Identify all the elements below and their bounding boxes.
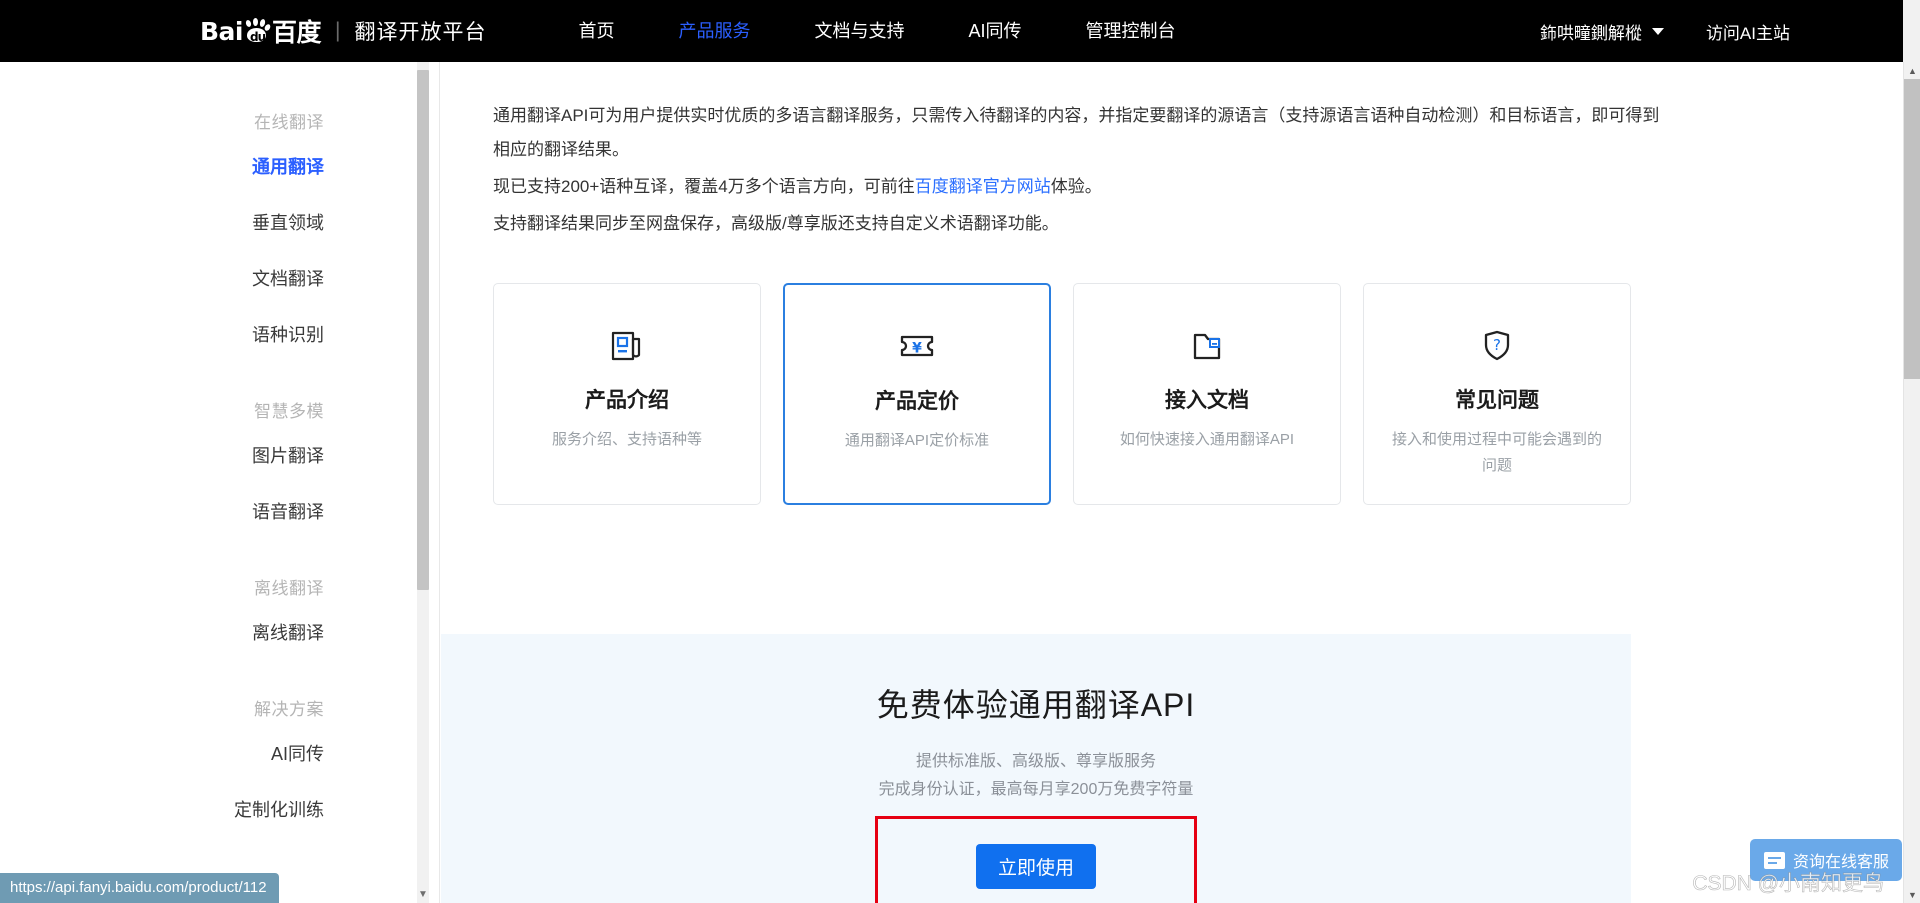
sidebar-scrollbar[interactable] — [417, 62, 429, 903]
left-sidebar: 在线翻译 通用翻译 垂直领域 文档翻译 语种识别 智慧多模 图片翻译 语音翻译 … — [0, 62, 440, 903]
banner-subtitle: 提供标准版、高级版、尊享版服务 完成身份认证，最高每月享200万免费字符量 — [441, 748, 1631, 804]
nav-item-ai-simultaneous[interactable]: AI同传 — [936, 0, 1053, 62]
sidebar-item-general-translation[interactable]: 通用翻译 — [0, 139, 439, 195]
card-title: 接入文档 — [1165, 389, 1249, 412]
sidebar-item-ai-simultaneous[interactable]: AI同传 — [0, 726, 439, 782]
nav-item-products[interactable]: 产品服务 — [646, 0, 782, 62]
card-product-intro[interactable]: 产品介绍 服务介绍、支持语种等 — [493, 283, 761, 505]
svg-text:?: ? — [1493, 336, 1501, 354]
card-desc: 如何快速接入通用翻译API — [1119, 431, 1295, 448]
visit-ai-site-link[interactable]: 访问AI主站 — [1706, 19, 1790, 44]
shield-question-icon: ? — [1476, 320, 1518, 370]
use-now-button[interactable]: 立即使用 — [976, 843, 1096, 889]
intro-p2-after: 体验。 — [1050, 177, 1102, 196]
nav-item-console[interactable]: 管理控制台 — [1054, 0, 1208, 62]
sidebar-item-image-translation[interactable]: 图片翻译 — [0, 428, 439, 484]
sidebar-item-vertical-domain[interactable]: 垂直领域 — [0, 195, 439, 251]
sidebar-scrollbar-thumb[interactable] — [417, 70, 429, 590]
logo-divider: | — [335, 19, 341, 42]
sidebar-item-offline-translation[interactable]: 离线翻译 — [0, 605, 439, 661]
nav-right-section: 鉓哄疃鍘解樅 访问AI主站 — [1540, 0, 1920, 62]
logo-subtitle: 翻译开放平台 — [354, 21, 487, 44]
sidebar-item-language-detection[interactable]: 语种识别 — [0, 307, 439, 363]
user-menu[interactable]: 鉓哄疃鍘解樅 — [1540, 19, 1664, 44]
banner-subtitle-line2: 完成身份认证，最高每月享200万免费字符量 — [878, 781, 1194, 798]
scrollbar-thumb[interactable] — [1904, 79, 1920, 379]
svg-text:¥: ¥ — [912, 341, 922, 357]
status-bar-url: https://api.fanyi.baidu.com/product/112 — [0, 873, 279, 903]
page-root: Bai du 百度 | 翻译开放平台 首页 产品服务 文档与支持 AI同传 管理… — [0, 0, 1920, 903]
sidebar-items-container: 在线翻译 通用翻译 垂直领域 文档翻译 语种识别 智慧多模 图片翻译 语音翻译 … — [0, 62, 439, 838]
customer-service-label: 资询在线客服 — [1793, 854, 1890, 871]
sidebar-item-document-translation[interactable]: 文档翻译 — [0, 251, 439, 307]
folder-doc-icon — [1186, 320, 1228, 370]
card-product-pricing[interactable]: ¥ 产品定价 通用翻译API定价标准 — [783, 283, 1051, 505]
baidu-paw-icon: du — [244, 18, 272, 44]
card-desc: 接入和使用过程中可能会遇到的问题 — [1391, 431, 1602, 474]
chevron-down-icon — [1651, 27, 1664, 35]
baidu-logo[interactable]: Bai du 百度 | 翻译开放平台 — [200, 0, 486, 62]
intro-p2-before: 现已支持200+语种互译，覆盖4万多个语言方向，可前往 — [493, 177, 915, 196]
nav-item-docs[interactable]: 文档与支持 — [782, 0, 936, 62]
card-title: 常见问题 — [1455, 389, 1539, 412]
user-name-label: 鉓哄疃鍘解樅 — [1539, 23, 1642, 43]
intro-paragraph-3: 支持翻译结果同步至网盘保存，高级版/尊享版还支持自定义术语翻译功能。 — [493, 214, 1059, 233]
top-navigation-bar: Bai du 百度 | 翻译开放平台 首页 产品服务 文档与支持 AI同传 管理… — [0, 0, 1920, 62]
product-cards-row: 产品介绍 服务介绍、支持语种等 ¥ 产品定价 通用翻译API定价标准 接入文档 … — [493, 283, 1903, 505]
free-trial-banner: 免费体验通用翻译API 提供标准版、高级版、尊享版服务 完成身份认证，最高每月享… — [441, 634, 1631, 903]
logo-chinese-text: 百度 — [272, 18, 322, 47]
card-access-docs[interactable]: 接入文档 如何快速接入通用翻译API — [1073, 283, 1341, 505]
main-content: 通用翻译API可为用户提供实时优质的多语言翻译服务，只需传入待翻译的内容，并指定… — [441, 62, 1903, 903]
intro-paragraph-1: 通用翻译API可为用户提供实时优质的多语言翻译服务，只需传入待翻译的内容，并指定… — [493, 106, 1660, 159]
baidu-wordmark: Bai du 百度 — [200, 13, 322, 49]
banner-title: 免费体验通用翻译API — [876, 687, 1196, 723]
content-padding: 通用翻译API可为用户提供实时优质的多语言翻译服务，只需传入待翻译的内容，并指定… — [441, 62, 1903, 505]
banner-inner: 免费体验通用翻译API 提供标准版、高级版、尊享版服务 完成身份认证，最高每月享… — [441, 634, 1631, 903]
sidebar-group-offline: 离线翻译 — [254, 579, 324, 598]
baidu-translate-site-link[interactable]: 百度翻译官方网站 — [915, 177, 1051, 196]
page-scrollbar[interactable]: ▲ ▼ — [1903, 62, 1920, 903]
card-faq[interactable]: ? 常见问题 接入和使用过程中可能会遇到的问题 — [1363, 283, 1631, 505]
customer-service-widget[interactable]: 资询在线客服 — [1750, 839, 1902, 881]
primary-nav-links: 首页 产品服务 文档与支持 AI同传 管理控制台 — [546, 0, 1207, 62]
sidebar-group-online-translation: 在线翻译 — [254, 113, 324, 132]
banner-subtitle-line1: 提供标准版、高级版、尊享版服务 — [915, 753, 1156, 770]
card-desc: 通用翻译API定价标准 — [844, 432, 990, 449]
scrollbar-top-spacer — [1903, 0, 1920, 62]
chat-bubble-icon — [1764, 851, 1785, 869]
document-intro-icon — [606, 320, 648, 370]
nav-item-home[interactable]: 首页 — [546, 0, 646, 62]
logo-bai-text: Bai — [200, 16, 244, 46]
sidebar-item-speech-translation[interactable]: 语音翻译 — [0, 484, 439, 540]
red-highlight-box: 立即使用 — [875, 816, 1197, 903]
sidebar-item-custom-training[interactable]: 定制化训练 — [0, 782, 439, 838]
scrollbar-up-arrow[interactable]: ▲ — [1904, 62, 1920, 79]
sidebar-group-solutions: 解决方案 — [254, 700, 324, 719]
page-body: 在线翻译 通用翻译 垂直领域 文档翻译 语种识别 智慧多模 图片翻译 语音翻译 … — [0, 62, 1920, 903]
logo-du-text: du — [250, 30, 266, 44]
card-desc: 服务介绍、支持语种等 — [551, 431, 702, 448]
card-title: 产品定价 — [875, 390, 959, 413]
sidebar-group-multimodal: 智慧多模 — [254, 402, 324, 421]
price-ticket-icon: ¥ — [895, 321, 939, 371]
banner-button-zone: 立即使用 — [441, 816, 1631, 903]
card-title: 产品介绍 — [585, 389, 669, 412]
scrollbar-down-arrow[interactable]: ▼ — [1904, 886, 1920, 903]
sidebar-scroll-down-arrow[interactable]: ▼ — [417, 889, 429, 901]
intro-paragraph-2: 现已支持200+语种互译，覆盖4万多个语言方向，可前往百度翻译官方网站体验。 — [493, 170, 1673, 204]
product-intro-text: 通用翻译API可为用户提供实时优质的多语言翻译服务，只需传入待翻译的内容，并指定… — [493, 99, 1903, 241]
